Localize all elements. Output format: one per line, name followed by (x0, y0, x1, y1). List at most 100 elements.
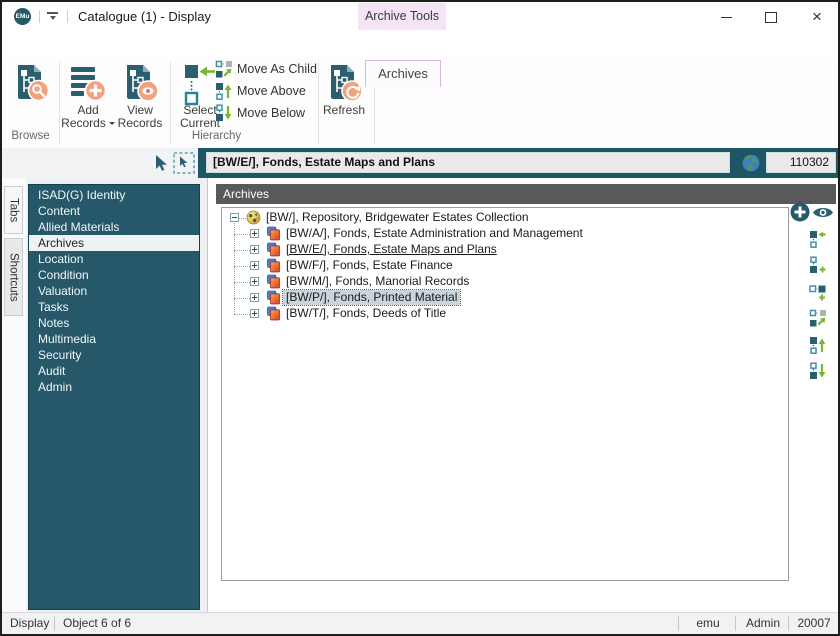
tab-list-sidebar: ISAD(G) Identity Content Allied Material… (28, 184, 200, 610)
tree-node-label[interactable]: [BW/F/], Fonds, Estate Finance (283, 258, 456, 273)
expand-toggle-icon[interactable] (250, 229, 259, 238)
window-title: Catalogue (1) - Display (78, 9, 211, 24)
tree-node-label[interactable]: [BW/M/], Fonds, Manorial Records (283, 274, 472, 289)
add-records-button[interactable]: Add Records (58, 104, 118, 129)
status-service: emu (686, 613, 730, 634)
tab-archives[interactable]: Archives (365, 60, 441, 87)
select-current-node-button[interactable] (809, 230, 827, 253)
pointer-tool-button[interactable] (149, 152, 171, 174)
sidebar-item-archives[interactable]: Archives (29, 235, 199, 251)
add-sibling-node-button[interactable] (809, 283, 827, 306)
move-as-child-icon (215, 60, 233, 78)
hierarchy-tree[interactable]: [BW/], Repository, Bridgewater Estates C… (221, 207, 789, 581)
tree-node-label[interactable]: [BW/A/], Fonds, Estate Administration an… (283, 226, 586, 241)
view-node-button[interactable] (812, 205, 834, 225)
move-below-icon (215, 104, 233, 122)
tree-row[interactable]: [BW/M/], Fonds, Manorial Records (222, 274, 786, 290)
fonds-icon (266, 242, 281, 257)
sidebar-item-admin[interactable]: Admin (29, 379, 199, 395)
eye-icon (812, 205, 834, 220)
panel-header: Archives (216, 184, 836, 204)
record-irn[interactable]: 110302 (766, 152, 836, 173)
select-current-icon[interactable] (182, 62, 218, 108)
move-above-icon (215, 82, 233, 100)
sidebar-item-location[interactable]: Location (29, 251, 199, 267)
expand-toggle-icon[interactable] (250, 261, 259, 270)
selection-box-pointer-icon (173, 152, 195, 174)
selection-header-row: [BW/E/], Fonds, Estate Maps and Plans 11… (2, 148, 838, 178)
move-as-child-button[interactable]: Move As Child (215, 60, 317, 78)
tree-row[interactable]: [BW/F/], Fonds, Estate Finance (222, 258, 786, 274)
move-as-child-node-icon (809, 309, 827, 327)
sidebar-item-security[interactable]: Security (29, 347, 199, 363)
tree-node-label-current-record[interactable]: [BW/E/], Fonds, Estate Maps and Plans (283, 242, 500, 257)
tree-row[interactable]: [BW/P/], Fonds, Printed Material (222, 290, 786, 306)
move-below-button[interactable]: Move Below (215, 104, 305, 122)
refresh-icon[interactable] (324, 63, 364, 103)
sidebar-item-notes[interactable]: Notes (29, 315, 199, 331)
sidebar-item-audit[interactable]: Audit (29, 363, 199, 379)
expand-toggle-icon[interactable] (250, 293, 259, 302)
status-bar: Display Object 6 of 6 emu Admin 20007 (2, 612, 838, 635)
maximize-button[interactable] (755, 7, 787, 27)
body: Tabs Shortcuts ISAD(G) Identity Content … (2, 178, 838, 612)
sidebar-item-content[interactable]: Content (29, 203, 199, 219)
add-records-icon[interactable] (68, 63, 108, 103)
sidebar-item-allied-materials[interactable]: Allied Materials (29, 219, 199, 235)
browse-records-icon[interactable] (11, 63, 51, 103)
tree-row[interactable]: [BW/E/], Fonds, Estate Maps and Plans (222, 242, 786, 258)
side-tab-shortcuts[interactable]: Shortcuts (4, 238, 23, 316)
contextual-tab-group-label: Archive Tools (358, 3, 446, 30)
close-button[interactable]: × (800, 7, 834, 27)
add-child-node-button[interactable] (809, 256, 827, 279)
quick-access-dropdown-icon[interactable] (47, 12, 58, 22)
side-tab-strip: Tabs Shortcuts (2, 178, 26, 612)
emu-logo-icon[interactable]: EMu (14, 8, 31, 25)
minimize-button[interactable] (710, 7, 742, 27)
pointer-icon (152, 154, 169, 172)
plus-circle-icon (790, 202, 810, 222)
sidebar-item-multimedia[interactable]: Multimedia (29, 331, 199, 347)
ribbon-tab-row: File Home Edit View Tools Catalogue Arch… (2, 31, 838, 58)
sidebar-item-condition[interactable]: Condition (29, 267, 199, 283)
select-current-node-icon (809, 230, 827, 248)
status-port: 20007 (793, 613, 835, 634)
add-child-node-icon (809, 256, 827, 274)
tree-node-label[interactable]: [BW/], Repository, Bridgewater Estates C… (263, 210, 532, 225)
status-mode: Display (10, 613, 49, 634)
tree-row[interactable]: [BW/A/], Fonds, Estate Administration an… (222, 226, 786, 242)
tree-node-label[interactable]: [BW/T/], Fonds, Deeds of Title (283, 306, 449, 321)
expand-toggle-icon[interactable] (250, 245, 259, 254)
tree-node-label-selected[interactable]: [BW/P/], Fonds, Printed Material (283, 290, 460, 305)
select-region-tool-button[interactable] (173, 152, 195, 174)
tree-row[interactable]: [BW/], Repository, Bridgewater Estates C… (222, 210, 786, 226)
expand-toggle-icon[interactable] (250, 309, 259, 318)
sidebar-item-tasks[interactable]: Tasks (29, 299, 199, 315)
move-above-button[interactable]: Move Above (215, 82, 306, 100)
move-node-above-icon (809, 336, 827, 354)
add-node-button[interactable] (790, 202, 810, 227)
current-record-title[interactable]: [BW/E/], Fonds, Estate Maps and Plans (206, 152, 730, 173)
group-label-hierarchy: Hierarchy (59, 130, 374, 142)
globe-icon[interactable] (741, 153, 761, 173)
refresh-button[interactable]: Refresh (314, 104, 374, 117)
move-node-above-button[interactable] (809, 336, 827, 359)
sidebar-item-isadg-identity[interactable]: ISAD(G) Identity (29, 187, 199, 203)
fonds-icon (266, 226, 281, 241)
expand-toggle-icon[interactable] (250, 277, 259, 286)
status-position: Object 6 of 6 (63, 613, 131, 634)
status-username: Admin (742, 613, 784, 634)
view-records-icon[interactable] (120, 63, 160, 103)
fonds-icon (266, 258, 281, 273)
group-label-browse: Browse (2, 130, 59, 142)
record-header-bar: [BW/E/], Fonds, Estate Maps and Plans 11… (198, 148, 838, 178)
view-records-button[interactable]: View Records (110, 104, 170, 129)
archives-panel: Archives [BW/], Repository, Bridgewater … (207, 178, 838, 612)
sidebar-item-valuation[interactable]: Valuation (29, 283, 199, 299)
tree-row[interactable]: [BW/T/], Fonds, Deeds of Title (222, 306, 786, 322)
fonds-icon (266, 306, 281, 321)
move-node-below-button[interactable] (809, 362, 827, 385)
move-as-child-node-button[interactable] (809, 309, 827, 332)
collapse-toggle-icon[interactable] (230, 213, 239, 222)
side-tab-tabs[interactable]: Tabs (4, 186, 23, 234)
